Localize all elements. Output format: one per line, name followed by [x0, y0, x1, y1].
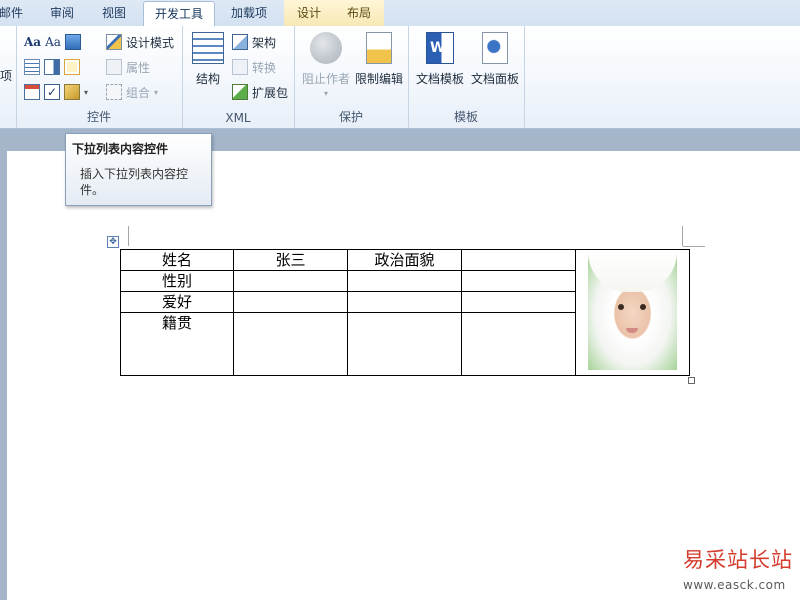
baby-photo — [588, 252, 677, 370]
properties-icon — [106, 59, 122, 75]
table-cell[interactable] — [233, 270, 348, 293]
block-authors-icon — [310, 32, 342, 64]
design-mode-icon — [106, 34, 122, 50]
date-picker-control-icon[interactable] — [24, 84, 40, 100]
tab-table-layout[interactable]: 布局 — [334, 0, 384, 26]
margin-mark-left — [128, 226, 129, 246]
protect-group-label: 保护 — [338, 110, 363, 124]
group-icon — [106, 84, 122, 100]
tab-add-ins[interactable]: 加载项 — [222, 0, 276, 26]
table-row: 姓名 张三 政治面貌 — [120, 248, 690, 376]
table-cell[interactable]: 籍贯 — [120, 312, 234, 376]
table-cell[interactable] — [347, 291, 462, 314]
structure-icon — [192, 32, 224, 64]
table-cell[interactable] — [461, 291, 576, 314]
dropdown-control-tooltip: 下拉列表内容控件 插入下拉列表内容控件。 — [65, 133, 212, 206]
structure-button[interactable]: 结构 — [190, 32, 226, 87]
checkbox-control-icon[interactable]: ✓ — [44, 84, 60, 100]
ribbon: 项 Aa Aa ✓ ▾ 设计模式 属性 组合 ▾ 控件 结构 架构 转换 扩展包… — [0, 26, 800, 129]
design-mode-button[interactable]: 设计模式 — [106, 32, 174, 52]
margin-mark-right-h — [683, 246, 705, 247]
transform-icon — [232, 59, 248, 75]
xml-group-label: XML — [225, 111, 251, 125]
ribbon-group-protect: 阻止作者 ▾ 限制编辑 保护 — [294, 26, 409, 128]
table-cell[interactable] — [233, 312, 348, 376]
table-cell[interactable]: 张三 — [233, 248, 348, 272]
ribbon-group-controls: Aa Aa ✓ ▾ 设计模式 属性 组合 ▾ 控件 — [16, 26, 183, 128]
schema-button[interactable]: 架构 — [232, 32, 276, 52]
legacy-tools-dropdown-icon[interactable]: ▾ — [84, 88, 88, 97]
schema-icon — [232, 34, 248, 50]
properties-label: 属性 — [126, 60, 151, 75]
tab-mailings[interactable]: 邮件 — [0, 0, 26, 26]
document-panel-label: 文档面板 — [470, 72, 519, 86]
photo-cell[interactable] — [575, 249, 690, 376]
margin-mark-right — [682, 226, 683, 246]
table-cell[interactable]: 姓名 — [120, 248, 234, 272]
tab-review[interactable]: 审阅 — [40, 0, 84, 26]
document-panel-icon — [482, 32, 508, 64]
table-cell[interactable]: 爱好 — [120, 291, 234, 314]
expansion-pack-button[interactable]: 扩展包 — [232, 82, 288, 102]
ribbon-group-templates: W 文档模板 文档面板 模板 — [408, 26, 525, 128]
block-authors-dropdown-icon: ▾ — [323, 89, 328, 98]
templates-group-label: 模板 — [453, 110, 478, 124]
profile-table: 姓名 张三 政治面貌 性别 爱好 籍贯 — [120, 248, 690, 376]
combo-box-control-icon[interactable] — [44, 59, 60, 75]
table-cell[interactable] — [233, 291, 348, 314]
schema-label: 架构 — [252, 35, 277, 50]
document-template-button[interactable]: W 文档模板 — [414, 32, 466, 87]
group-label: 组合 — [126, 85, 151, 100]
transform-button[interactable]: 转换 — [232, 57, 276, 77]
expansion-pack-label: 扩展包 — [252, 85, 289, 100]
restrict-editing-icon — [366, 32, 392, 64]
restrict-editing-button[interactable]: 限制编辑 — [352, 32, 406, 87]
table-cell[interactable]: 性别 — [120, 270, 234, 293]
table-move-handle-icon[interactable]: ✥ — [107, 236, 119, 248]
rich-text-control-icon[interactable]: Aa — [24, 35, 41, 49]
expansion-pack-icon — [232, 84, 248, 100]
table-cell[interactable]: 政治面貌 — [347, 248, 462, 272]
group-dropdown-icon: ▾ — [154, 87, 159, 97]
document-template-label: 文档模板 — [415, 72, 464, 86]
tab-view[interactable]: 视图 — [92, 0, 136, 26]
restrict-editing-label: 限制编辑 — [354, 72, 403, 86]
ribbon-tab-bar: 邮件 审阅 视图 开发工具 加载项 设计 布局 — [0, 0, 800, 28]
table-cell[interactable] — [461, 270, 576, 293]
dropdown-list-control-icon[interactable] — [64, 59, 80, 75]
table-cell[interactable] — [347, 312, 462, 376]
tab-table-design[interactable]: 设计 — [284, 0, 334, 26]
ribbon-group-code-partial: 项 — [0, 26, 17, 128]
tab-developer[interactable]: 开发工具 — [143, 1, 215, 28]
table-cell[interactable] — [461, 312, 576, 376]
word-document-icon: W — [426, 32, 454, 64]
site-watermark: 易采站长站 — [683, 548, 793, 572]
tooltip-title: 下拉列表内容控件 — [72, 142, 169, 156]
site-watermark-url: www.easck.com — [683, 578, 786, 592]
block-authors-label: 阻止作者 — [301, 72, 350, 86]
table-resize-handle[interactable] — [688, 377, 695, 384]
group-button[interactable]: 组合 ▾ — [106, 82, 158, 102]
transform-label: 转换 — [252, 60, 277, 75]
plain-text-control-icon[interactable]: Aa — [45, 35, 61, 49]
ribbon-group-xml: 结构 架构 转换 扩展包 XML — [182, 26, 295, 128]
table-cell[interactable] — [347, 270, 462, 293]
properties-button[interactable]: 属性 — [106, 57, 150, 77]
structure-label: 结构 — [195, 72, 220, 86]
building-block-control-icon[interactable] — [24, 59, 40, 75]
controls-group-label: 控件 — [86, 110, 111, 124]
legacy-tools-icon[interactable] — [64, 84, 80, 100]
tooltip-body: 插入下拉列表内容控件。 — [80, 167, 189, 197]
document-panel-button[interactable]: 文档面板 — [468, 32, 522, 87]
block-authors-button[interactable]: 阻止作者 ▾ — [300, 32, 352, 98]
partial-button-label[interactable]: 项 — [0, 67, 12, 84]
design-mode-label: 设计模式 — [126, 35, 175, 50]
picture-control-icon[interactable] — [64, 34, 81, 50]
table-cell[interactable] — [461, 248, 576, 272]
